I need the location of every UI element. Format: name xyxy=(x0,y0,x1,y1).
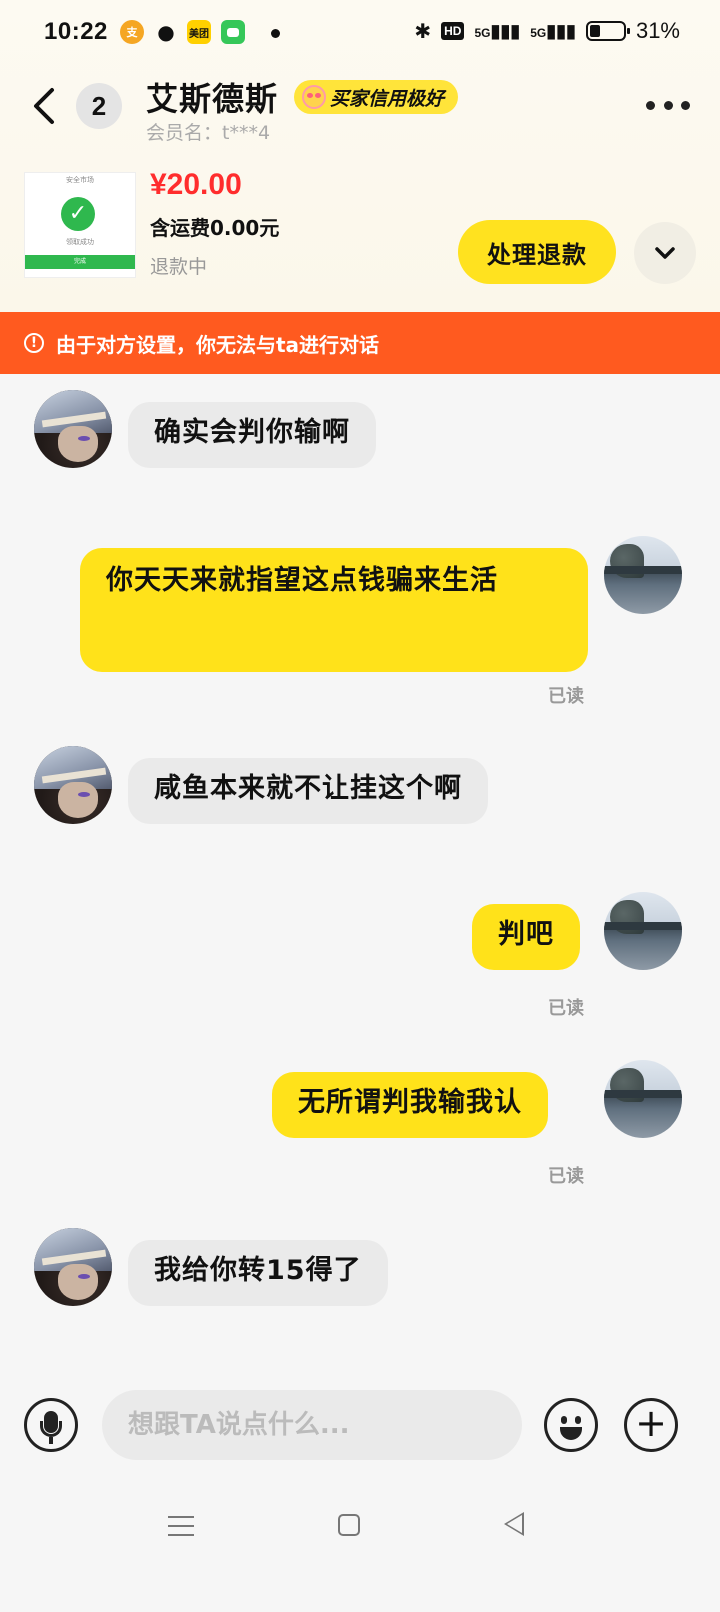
emoji-button[interactable] xyxy=(544,1398,598,1452)
read-receipt: 已读 xyxy=(548,686,584,707)
thumbnail-caption: 领取成功 xyxy=(66,238,94,246)
status-time: 10:22 xyxy=(44,18,108,45)
restriction-notice: ! 由于对方设置，你无法与ta进行对话 xyxy=(0,312,720,374)
wechat-icon: ● xyxy=(157,20,175,44)
system-back-button[interactable] xyxy=(504,1512,524,1536)
contact-avatar[interactable] xyxy=(34,1228,112,1306)
contact-avatar[interactable] xyxy=(34,390,112,468)
signal-icon-2: 5G▮▮▮ xyxy=(530,21,576,41)
status-right: ✱ HD 5G▮▮▮ 5G▮▮▮ 31% xyxy=(414,18,680,44)
member-name: 会员名：t***4 xyxy=(146,122,271,144)
product-thumbnail[interactable]: 安全市场 ✓ 领取成功 完成 xyxy=(24,172,136,278)
expand-button[interactable] xyxy=(634,222,696,284)
more-actions-button[interactable]: + xyxy=(624,1398,678,1452)
notification-dot xyxy=(271,29,280,38)
my-avatar[interactable] xyxy=(604,1060,682,1138)
battery-level xyxy=(589,25,600,37)
credit-badge-label: 买家信用极好 xyxy=(330,87,445,110)
smiley-icon xyxy=(561,1416,567,1424)
message-bubble-outgoing[interactable]: 判吧 xyxy=(472,904,580,970)
status-bar: 10:22 支 ● 美团 ✱ HD 5G▮▮▮ 5G▮▮▮ 31% xyxy=(0,0,720,66)
notice-text: 由于对方设置，你无法与ta进行对话 xyxy=(56,332,380,357)
back-button[interactable] xyxy=(30,86,70,126)
more-dot-icon xyxy=(646,100,655,110)
more-options-button[interactable] xyxy=(646,98,690,112)
read-receipt: 已读 xyxy=(548,1166,584,1187)
message-bubble-incoming[interactable]: 我给你转15得了 xyxy=(128,1240,388,1306)
heart-eyes-icon xyxy=(302,85,326,109)
message-bubble-incoming[interactable]: 确实会判你输啊 xyxy=(128,402,376,468)
chevron-down-icon xyxy=(655,247,675,259)
message-bubble-incoming[interactable]: 咸鱼本来就不让挂这个啊 xyxy=(128,758,488,824)
my-avatar[interactable] xyxy=(604,536,682,614)
alipay-icon: 支 xyxy=(120,20,144,44)
voice-input-button[interactable] xyxy=(24,1398,78,1452)
order-status: 退款中 xyxy=(150,256,208,278)
read-receipt: 已读 xyxy=(548,998,584,1019)
my-avatar[interactable] xyxy=(604,892,682,970)
unread-count-badge[interactable]: 2 xyxy=(76,83,122,129)
contact-avatar[interactable] xyxy=(34,746,112,824)
signal-label: 5G xyxy=(474,26,491,40)
more-dot-icon xyxy=(663,100,673,110)
signal-label-2: 5G xyxy=(530,26,547,40)
message-bubble-outgoing[interactable]: 你天天来就指望这点钱骗来生活 xyxy=(80,548,588,672)
battery-icon xyxy=(585,21,630,41)
check-icon: ✓ xyxy=(61,197,95,231)
warning-icon: ! xyxy=(24,333,44,353)
battery-percent: 31% xyxy=(635,18,680,43)
thumbnail-top-text: 安全市场 xyxy=(66,176,94,184)
recent-apps-button[interactable] xyxy=(168,1516,194,1536)
messages-icon xyxy=(221,20,245,44)
process-refund-button[interactable]: 处理退款 xyxy=(458,220,616,284)
chat-username[interactable]: 艾斯德斯 xyxy=(146,74,278,120)
plus-icon: + xyxy=(635,1401,667,1445)
hd-voice-icon: HD xyxy=(441,22,465,40)
product-price: ¥20.00 xyxy=(150,168,242,201)
message-input[interactable]: 想跟TA说点什么... xyxy=(102,1390,522,1460)
shipping-fee: 含运费0.00元 xyxy=(150,216,280,240)
chevron-left-icon xyxy=(34,88,54,124)
bluetooth-icon: ✱ xyxy=(414,20,432,43)
system-nav-bar xyxy=(0,1484,720,1612)
meituan-icon: 美团 xyxy=(187,20,211,44)
message-bubble-outgoing[interactable]: 无所谓判我输我认 xyxy=(272,1072,548,1138)
signal-icon: 5G▮▮▮ xyxy=(474,21,521,41)
more-dot-icon xyxy=(681,100,690,110)
thumbnail-button: 完成 xyxy=(25,255,135,269)
home-button[interactable] xyxy=(338,1514,360,1536)
credit-badge[interactable]: 买家信用极好 xyxy=(294,80,459,114)
